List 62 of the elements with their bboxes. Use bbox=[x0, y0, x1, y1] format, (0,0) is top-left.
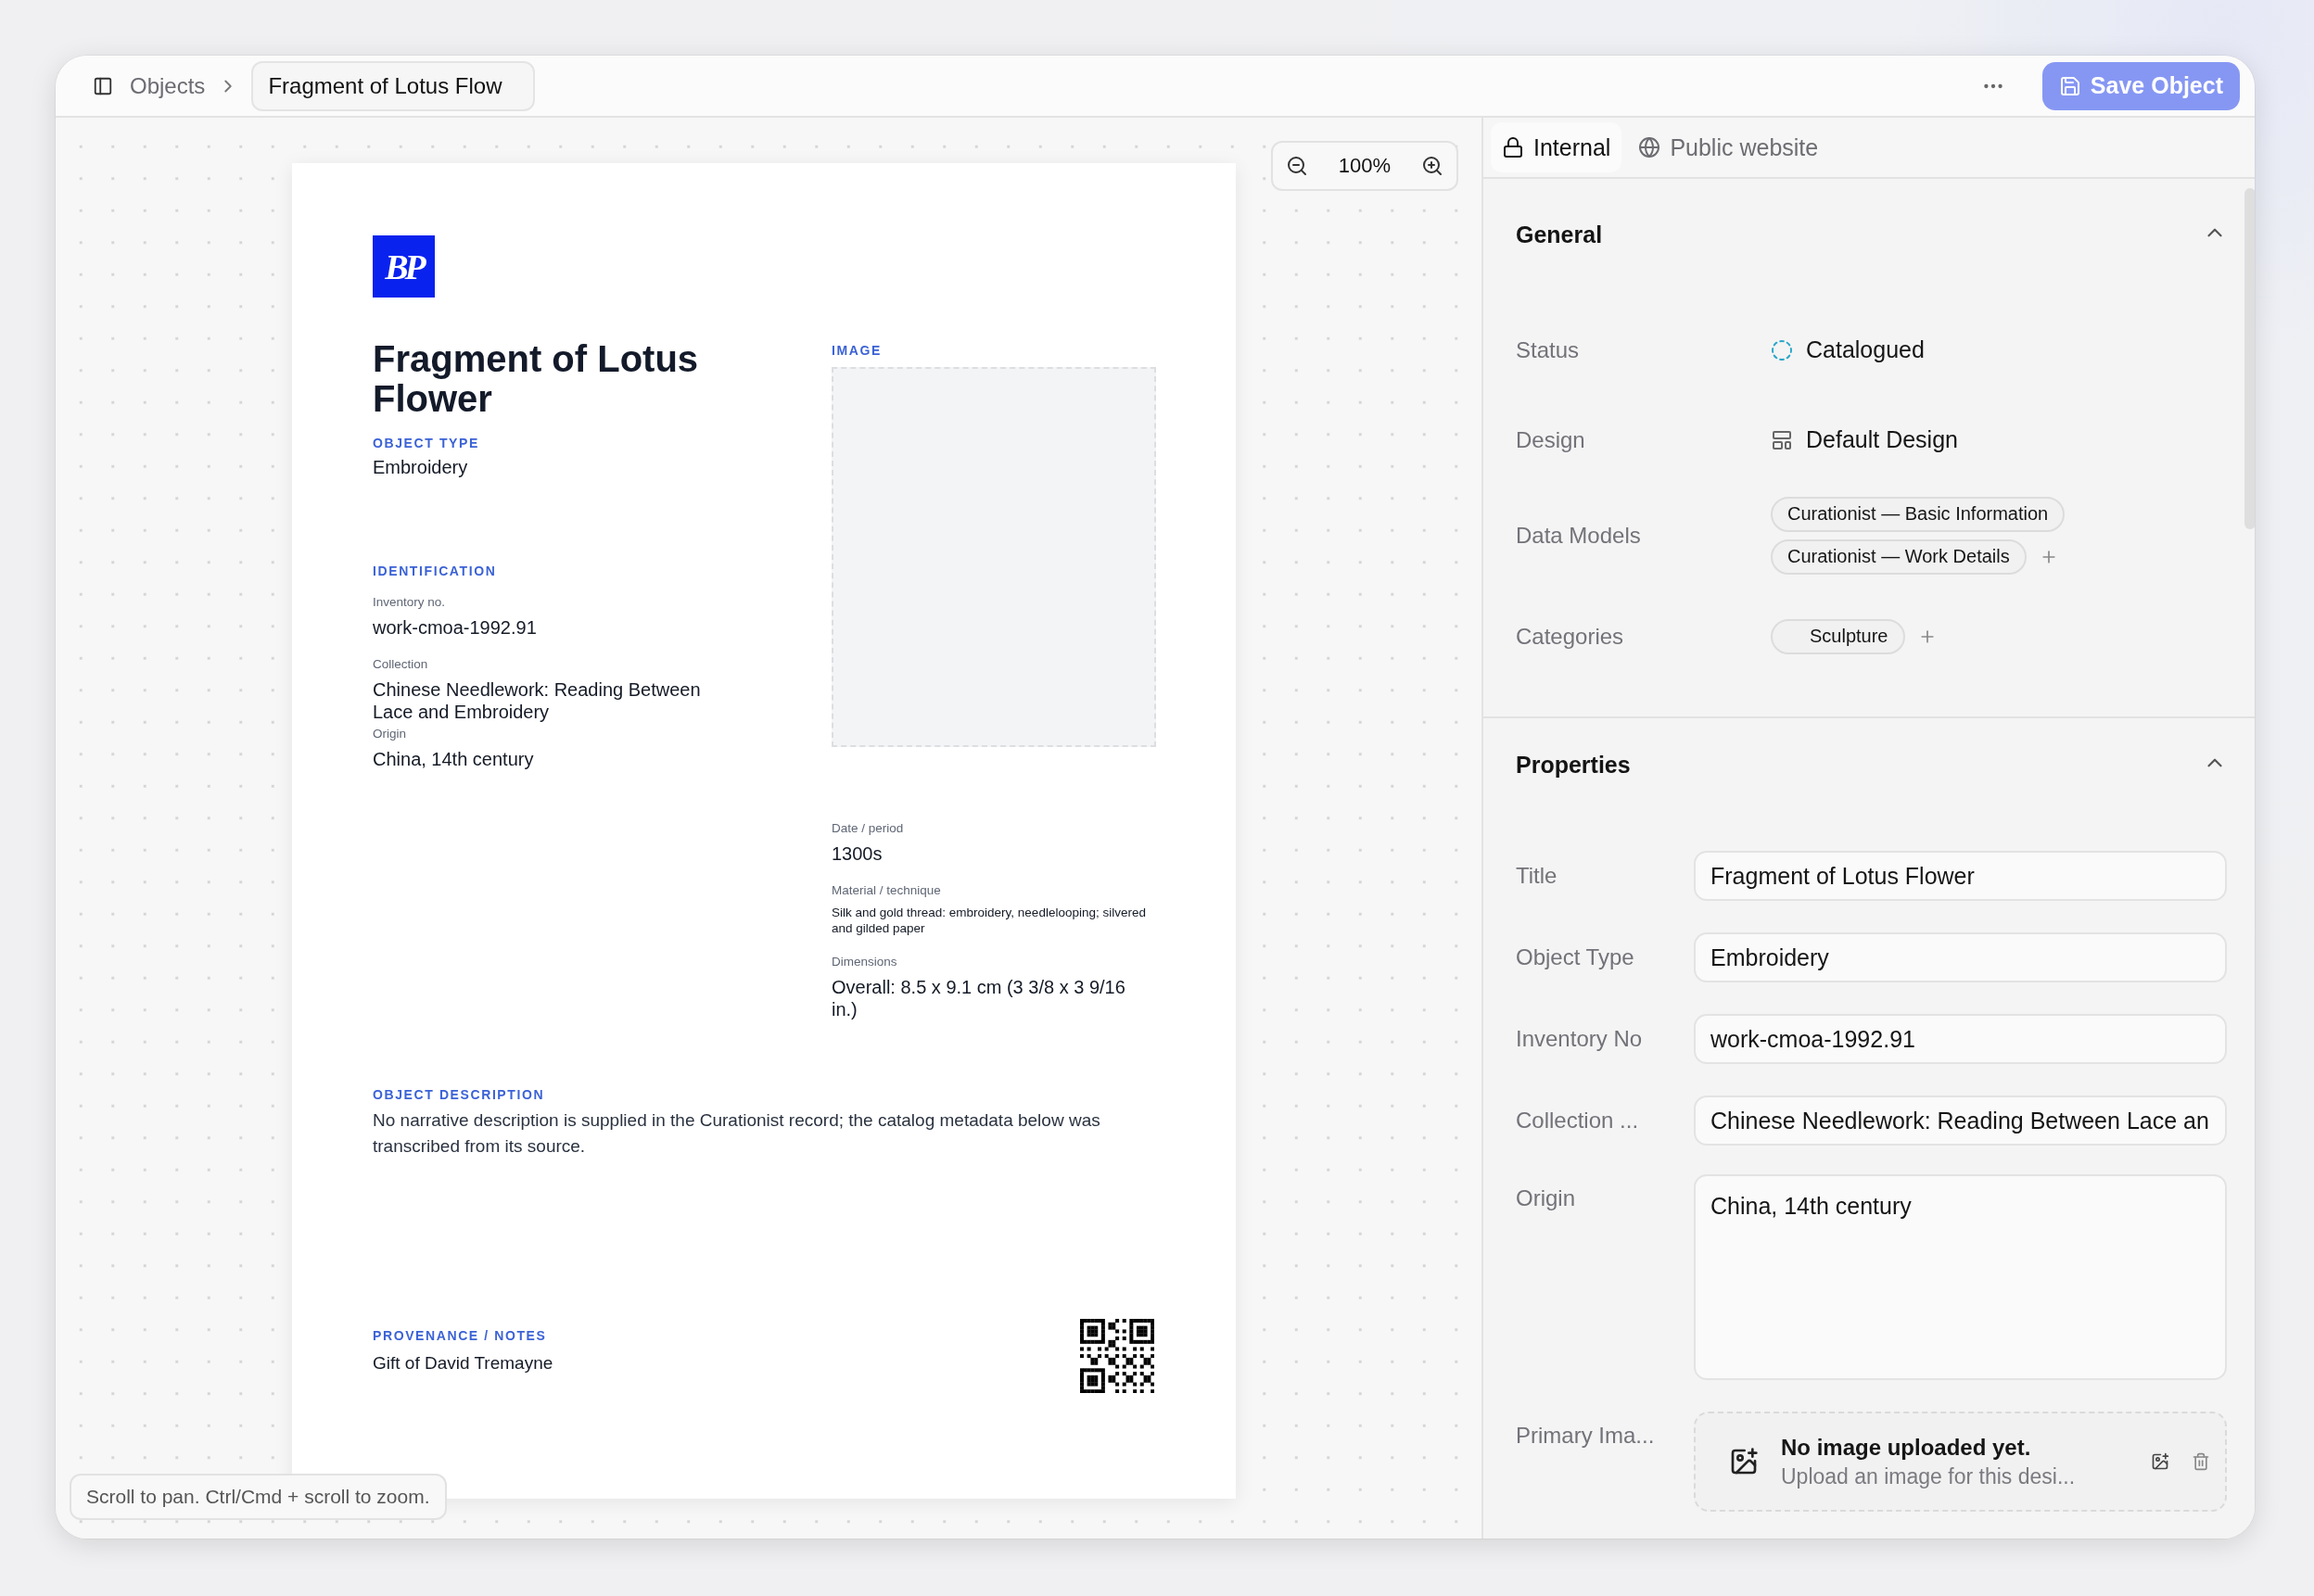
text-field[interactable]: Chinese Needlework: Reading Between Lace an bbox=[1694, 1096, 2227, 1146]
field-label: Date / period bbox=[832, 821, 905, 835]
delete-icon[interactable] bbox=[2192, 1452, 2210, 1471]
section-title: General bbox=[1516, 221, 1603, 248]
field-label: Primary Ima... bbox=[1516, 1422, 1656, 1449]
field-label: Collection bbox=[373, 657, 429, 671]
field-label: Inventory No bbox=[1516, 1026, 1644, 1052]
image-add-icon bbox=[1729, 1447, 1759, 1476]
zoom-level: 100% bbox=[1338, 154, 1392, 178]
text-field[interactable]: Fragment of Lotus Flower bbox=[1694, 851, 2227, 901]
document-title: Fragment of Lotus Flower bbox=[373, 339, 700, 419]
section-label: IMAGE bbox=[832, 343, 883, 358]
save-icon bbox=[2058, 74, 2081, 97]
field-value: Embroidery bbox=[373, 456, 469, 478]
tag-chip[interactable]: Curationist — Basic Information bbox=[1771, 496, 2066, 532]
field-label: Material / technique bbox=[832, 883, 942, 897]
provenance-text: Gift of David Tremayne bbox=[373, 1352, 553, 1374]
field-label: Categories bbox=[1516, 623, 1625, 650]
field-label: Collection ... bbox=[1516, 1108, 1640, 1134]
lock-icon bbox=[1502, 136, 1524, 158]
breadcrumb-link[interactable]: Objects bbox=[130, 72, 206, 99]
field-value: Silk and gold thread: embroidery, needlelooping; silvered and gilded paper bbox=[832, 905, 1147, 936]
field-value: 1300s bbox=[832, 842, 884, 865]
field-label: Design bbox=[1516, 426, 1586, 453]
globe-icon bbox=[1638, 136, 1661, 158]
field-value: Chinese Needlework: Reading Between Lace and Embroidery bbox=[373, 678, 702, 723]
field-label: Object Type bbox=[1516, 944, 1635, 970]
field-value: China, 14th century bbox=[373, 748, 535, 770]
field-label: Inventory no. bbox=[373, 595, 447, 609]
text-field[interactable]: work-cmoa-1992.91 bbox=[1694, 1014, 2227, 1064]
upload-title: No image uploaded yet. bbox=[1781, 1434, 2032, 1461]
section-label: OBJECT DESCRIPTION bbox=[373, 1087, 546, 1102]
field-label: Title bbox=[1516, 863, 1558, 889]
field-label: Dimensions bbox=[832, 955, 898, 969]
field-label: Status bbox=[1516, 336, 1581, 363]
tab[interactable]: Public website bbox=[1627, 122, 1830, 172]
image-upload-area[interactable]: No image uploaded yet. Upload an image for this desi... bbox=[1694, 1412, 2227, 1512]
tab[interactable]: Internal bbox=[1491, 122, 1622, 172]
section-label: OBJECT TYPE bbox=[373, 436, 480, 450]
field-value: Overall: 8.5 x 9.1 cm (3 3/8 x 3 9/16 in.) bbox=[832, 976, 1126, 1020]
field-label: Data Models bbox=[1516, 522, 1642, 549]
field-label: Origin bbox=[1516, 1184, 1577, 1211]
status-icon bbox=[1771, 338, 1793, 361]
tag-chip[interactable]: Sculpture bbox=[1771, 618, 1905, 654]
hint-toast: Scroll to pan. Ctrl/Cmd + scroll to zoom. bbox=[70, 1474, 447, 1520]
scrollbar[interactable] bbox=[2244, 188, 2255, 529]
breadcrumb-current[interactable]: Fragment of Lotus Flow bbox=[251, 60, 536, 111]
replace-image-icon[interactable] bbox=[2151, 1452, 2169, 1471]
text-field[interactable]: Embroidery bbox=[1694, 932, 2227, 982]
section-label: PROVENANCE / NOTES bbox=[373, 1328, 548, 1343]
design-value: Default Design bbox=[1806, 426, 1958, 453]
field-value: work-cmoa-1992.91 bbox=[373, 616, 538, 639]
status-value: Catalogued bbox=[1806, 336, 1925, 363]
section-label: IDENTIFICATION bbox=[373, 564, 498, 578]
description-text: No narrative description is supplied in the Curationist record; the catalog metadata below was transcribed from its source. bbox=[373, 1109, 1101, 1158]
layout-icon bbox=[1771, 428, 1793, 451]
text-area[interactable]: China, 14th century bbox=[1694, 1174, 2227, 1380]
field-label: Origin bbox=[373, 727, 407, 741]
logo: BP bbox=[373, 235, 435, 298]
tag-chip[interactable]: Curationist — Work Details bbox=[1771, 538, 2027, 575]
section-title: Properties bbox=[1516, 751, 1631, 779]
upload-hint: Upload an image for this desi... bbox=[1781, 1463, 2077, 1489]
